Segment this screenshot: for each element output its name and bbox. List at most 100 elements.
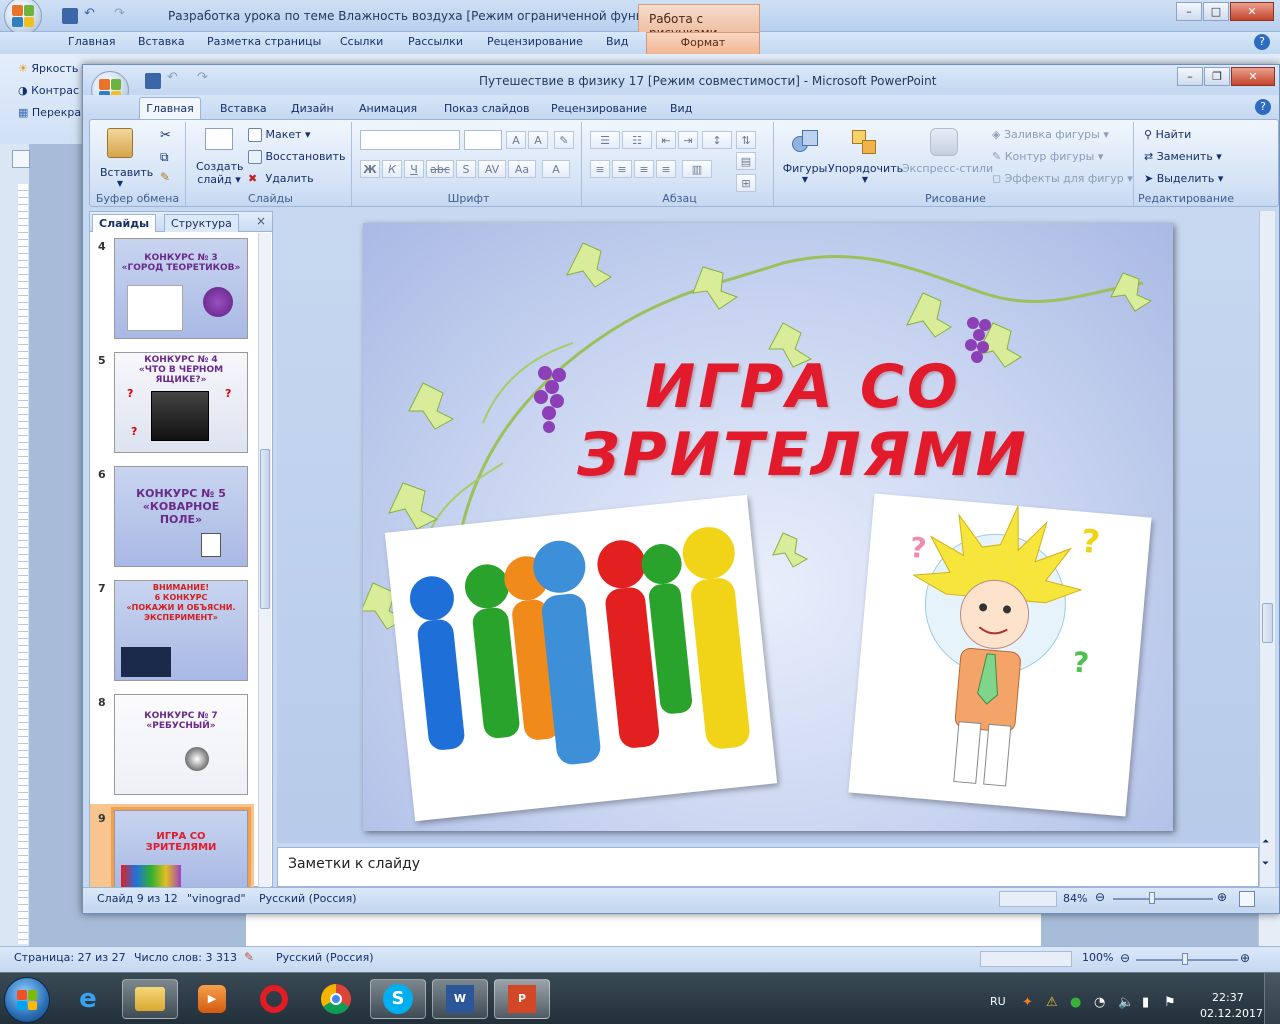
- delete-slide-button[interactable]: ✖ Удалить: [248, 172, 314, 186]
- start-button[interactable]: [4, 977, 50, 1023]
- shape-outline-button[interactable]: ✎ Контур фигуры ▾: [992, 150, 1103, 163]
- ppt-zoom-thumb[interactable]: [1149, 892, 1155, 904]
- justify-button[interactable]: ≡: [656, 160, 676, 178]
- slide-thumbnail-9[interactable]: ИГРА СО ЗРИТЕЛЯМИ: [111, 807, 251, 891]
- word-tab-format[interactable]: Формат: [646, 32, 760, 54]
- word-language[interactable]: Русский (Россия): [276, 951, 374, 964]
- slide-thumbnail-6[interactable]: КОНКУРС № 5 «КОВАРНОЕ ПОЛЕ»: [114, 466, 248, 567]
- word-tab-insert[interactable]: Вставка: [138, 32, 185, 51]
- slide-notes[interactable]: Заметки к слайду: [277, 847, 1259, 887]
- clear-format-button[interactable]: ✎: [554, 131, 574, 149]
- ppt-zoom-in-icon[interactable]: ⊕: [1217, 890, 1227, 904]
- layout-button[interactable]: Макет ▾: [248, 128, 311, 142]
- spacing-button[interactable]: AV: [478, 160, 506, 178]
- word-page-count[interactable]: Страница: 27 из 27: [14, 951, 126, 964]
- word-help-icon[interactable]: ?: [1254, 34, 1270, 50]
- align-right-button[interactable]: ≡: [634, 160, 654, 178]
- slide-thumbnail-4[interactable]: КОНКУРС № 3 «ГОРОД ТЕОРЕТИКОВ»: [114, 238, 248, 339]
- panel-scroll-thumb[interactable]: [260, 449, 270, 609]
- language-indicator[interactable]: RU: [990, 995, 1006, 1008]
- internet-explorer-button[interactable]: e: [60, 979, 116, 1019]
- columns-button[interactable]: ▥: [682, 160, 712, 178]
- paste-button[interactable]: Вставить ▼: [100, 128, 153, 188]
- word-word-count[interactable]: Число слов: 3 313: [134, 951, 237, 964]
- character-picture[interactable]: ? ? ?: [848, 493, 1152, 817]
- underline-button[interactable]: Ч: [404, 160, 424, 178]
- format-painter-icon[interactable]: ✎: [160, 170, 170, 184]
- ppt-redo-icon[interactable]: ↷: [197, 70, 208, 85]
- clock-time[interactable]: 22:37: [1212, 991, 1244, 1004]
- replace-button[interactable]: ⇄ Заменить ▾: [1144, 150, 1222, 163]
- slide-vertical-scrollbar[interactable]: ⏶ ⏷: [1259, 211, 1275, 887]
- network-icon[interactable]: ▮: [1142, 995, 1149, 1010]
- word-page[interactable]: [246, 912, 1041, 946]
- arrange-button[interactable]: Упорядочить ▼: [828, 128, 903, 194]
- quick-styles-button[interactable]: Экспресс-стили: [902, 128, 993, 194]
- shadow-button[interactable]: S: [456, 160, 476, 178]
- bold-button[interactable]: Ж: [360, 160, 380, 178]
- slide-thumbnail-7[interactable]: ВНИМАНИЕ! 6 КОНКУРС «ПОКАЖИ И ОБЪЯСНИ. Э…: [114, 580, 248, 681]
- proofing-icon[interactable]: ✎: [244, 950, 254, 964]
- word-tab-home[interactable]: Главная: [68, 32, 116, 51]
- flag-icon[interactable]: ⚑: [1164, 995, 1176, 1010]
- word-zoom-in-icon[interactable]: ⊕: [1240, 951, 1250, 965]
- font-name-combo[interactable]: [360, 130, 460, 150]
- font-size-combo[interactable]: [464, 130, 502, 150]
- text-direction-button[interactable]: ⇅: [736, 131, 756, 149]
- previous-slide-icon[interactable]: ⏶: [1262, 837, 1269, 847]
- select-button[interactable]: ➤ Выделить ▾: [1144, 172, 1223, 185]
- word-contrast[interactable]: ◑ Контрас: [18, 84, 79, 97]
- tab-slides[interactable]: Слайды: [92, 214, 157, 232]
- word-tab-review[interactable]: Рецензирование: [487, 32, 583, 51]
- tab-outline[interactable]: Структура: [164, 214, 239, 232]
- volume-icon[interactable]: 🔈: [1118, 995, 1134, 1010]
- save-icon[interactable]: [62, 8, 78, 24]
- copy-icon[interactable]: ⧉: [160, 150, 169, 165]
- font-color-button[interactable]: A: [542, 160, 570, 178]
- ppt-minimize-button[interactable]: –: [1177, 67, 1203, 86]
- word-recolor[interactable]: ▦ Перекра: [18, 106, 81, 119]
- ppt-zoom-level[interactable]: 84%: [1063, 892, 1087, 905]
- ppt-zoom-out-icon[interactable]: ⊖: [1095, 890, 1105, 904]
- current-slide[interactable]: ИГРА СО ЗРИТЕЛЯМИ ? ? ?: [363, 223, 1173, 831]
- clock-date[interactable]: 02.12.2017: [1200, 1007, 1263, 1020]
- update-icon[interactable]: ⚠: [1046, 995, 1058, 1010]
- strikethrough-button[interactable]: abc: [426, 160, 454, 178]
- ppt-tab-design[interactable]: Дизайн: [291, 99, 334, 118]
- bullets-button[interactable]: ☰: [590, 131, 620, 149]
- smartart-button[interactable]: ⊞: [736, 174, 756, 192]
- ppt-tab-view[interactable]: Вид: [670, 99, 692, 118]
- word-brightness[interactable]: ☀ Яркость: [18, 62, 78, 75]
- italic-button[interactable]: К: [382, 160, 402, 178]
- skype-button[interactable]: S: [370, 979, 426, 1019]
- media-player-button[interactable]: ▶: [184, 979, 240, 1019]
- ppt-tab-slideshow[interactable]: Показ слайдов: [444, 99, 530, 118]
- align-center-button[interactable]: ≡: [612, 160, 632, 178]
- word-zoom-thumb[interactable]: [1182, 953, 1188, 965]
- next-slide-icon[interactable]: ⏷: [1262, 859, 1269, 869]
- ppt-tab-home[interactable]: Главная: [139, 97, 201, 120]
- word-tab-view[interactable]: Вид: [606, 32, 628, 51]
- ppt-view-buttons[interactable]: [999, 891, 1057, 907]
- shapes-button[interactable]: Фигуры ▼: [782, 128, 828, 194]
- word-zoom-level[interactable]: 100%: [1082, 951, 1113, 964]
- ppt-help-icon[interactable]: ?: [1255, 99, 1271, 115]
- slide-title[interactable]: ИГРА СО ЗРИТЕЛЯМИ: [543, 353, 1063, 489]
- undo-icon[interactable]: ↶: [84, 6, 95, 21]
- shrink-font-button[interactable]: A: [528, 131, 548, 149]
- align-left-button[interactable]: ≡: [590, 160, 610, 178]
- word-close-button[interactable]: ✕: [1230, 2, 1274, 21]
- new-slide-button[interactable]: Создать слайд ▾: [196, 128, 244, 198]
- power-icon[interactable]: ◔: [1094, 995, 1105, 1010]
- people-picture[interactable]: [384, 494, 778, 822]
- cut-icon[interactable]: ✂: [160, 128, 171, 143]
- ppt-tab-animation[interactable]: Анимация: [359, 99, 417, 118]
- word-office-button[interactable]: [4, 0, 42, 35]
- grow-font-button[interactable]: A: [506, 131, 526, 149]
- word-minimize-button[interactable]: –: [1176, 2, 1202, 21]
- word-maximize-button[interactable]: □: [1203, 2, 1229, 21]
- fit-to-window-icon[interactable]: [1239, 891, 1255, 907]
- avast-icon[interactable]: ✦: [1022, 995, 1033, 1010]
- word-taskbar-button[interactable]: W: [432, 979, 488, 1019]
- shape-effects-button[interactable]: ◻ Эффекты для фигур ▾: [992, 172, 1133, 185]
